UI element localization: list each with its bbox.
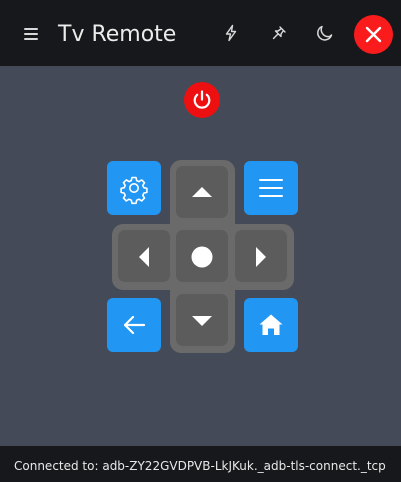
- close-button[interactable]: [354, 15, 393, 54]
- dpad-up-button[interactable]: [176, 166, 228, 218]
- connection-status-text: Connected to: adb-ZY22GVDPVB-LkJKuk._adb…: [14, 459, 386, 473]
- dpad-left-button[interactable]: [118, 230, 170, 282]
- circle-icon: [191, 246, 213, 268]
- close-icon: [365, 26, 382, 43]
- status-bar: Connected to: adb-ZY22GVDPVB-LkJKuk._adb…: [0, 446, 401, 482]
- menu-icon: [259, 179, 283, 197]
- hamburger-menu-icon[interactable]: [24, 27, 38, 41]
- dpad-down-button[interactable]: [176, 294, 228, 346]
- arrow-left-icon: [123, 315, 146, 335]
- menu-button[interactable]: [244, 161, 298, 215]
- pin-icon[interactable]: [270, 24, 288, 42]
- chevron-up-icon: [192, 187, 212, 197]
- dpad-right-button[interactable]: [235, 230, 287, 282]
- header-bar: Tv Remote: [0, 0, 401, 66]
- home-button[interactable]: [244, 298, 298, 352]
- back-button[interactable]: [107, 298, 161, 352]
- gear-icon: [120, 176, 148, 205]
- app-title: Tv Remote: [58, 22, 177, 47]
- power-icon: [193, 90, 211, 109]
- flash-icon[interactable]: [222, 24, 240, 42]
- chevron-right-icon: [256, 247, 266, 267]
- moon-icon[interactable]: [316, 24, 334, 42]
- power-button[interactable]: [184, 82, 220, 118]
- home-icon: [259, 314, 283, 335]
- dpad-ok-button[interactable]: [176, 230, 228, 282]
- chevron-left-icon: [139, 247, 149, 267]
- chevron-down-icon: [192, 316, 212, 326]
- settings-button[interactable]: [107, 161, 161, 215]
